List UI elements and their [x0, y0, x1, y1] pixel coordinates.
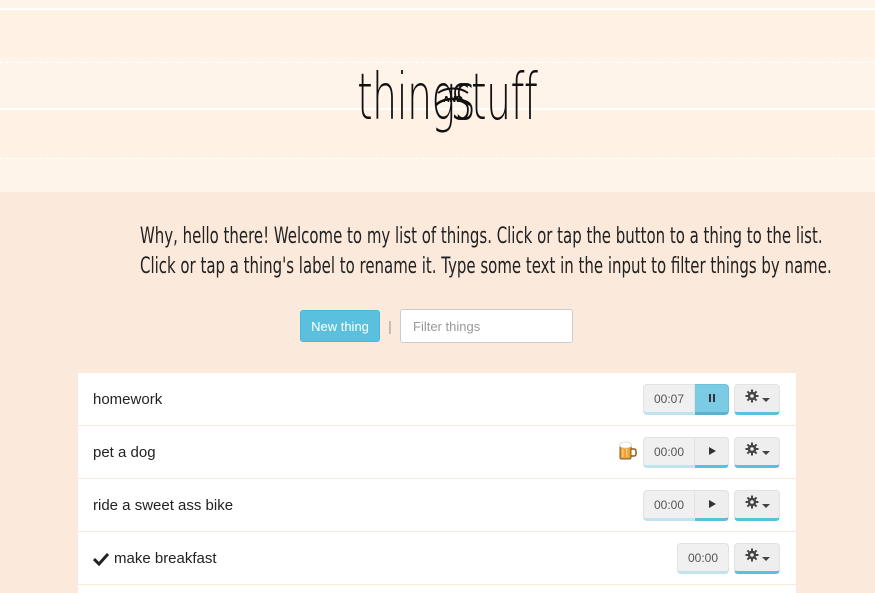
- gear-icon: [745, 442, 759, 461]
- timer-group: 00:00: [643, 490, 729, 521]
- timer-group: 00:00: [677, 543, 729, 574]
- chevron-down-icon: [761, 556, 770, 561]
- gear-icon: [745, 389, 759, 408]
- thing-label: make breakfast: [114, 550, 217, 567]
- thing-label-done[interactable]: make breakfast: [93, 532, 217, 585]
- things-list: homework 00:07 pet a dog 00:00 ride a sw…: [78, 373, 796, 593]
- site-title-stuff: stuff: [450, 61, 538, 135]
- timer-group: 00:07: [643, 384, 729, 415]
- pause-icon: [707, 390, 717, 408]
- intro-line-2: Click or tap a thing's label to rename i…: [140, 254, 832, 279]
- chevron-down-icon: [761, 450, 770, 455]
- thing-row: pet a dog 00:00: [78, 426, 796, 479]
- play-button[interactable]: [695, 437, 729, 468]
- checkmark-icon: [93, 551, 109, 567]
- timer-display: 00:07: [643, 384, 695, 415]
- settings-dropdown-button[interactable]: [734, 384, 780, 415]
- play-button[interactable]: [695, 490, 729, 521]
- timer-display: 00:00: [643, 490, 695, 521]
- gear-icon: [745, 495, 759, 514]
- intro-text: Why, hello there! Welcome to my list of …: [0, 222, 875, 282]
- site-title: things AND stuff: [0, 48, 875, 148]
- intro-line-1: Why, hello there! Welcome to my list of …: [140, 224, 823, 249]
- chevron-down-icon: [761, 503, 770, 508]
- filter-input[interactable]: [400, 309, 573, 343]
- settings-dropdown-button[interactable]: [734, 543, 780, 574]
- timer-group: 00:00: [643, 437, 729, 468]
- thing-label[interactable]: pet a dog: [93, 426, 156, 479]
- settings-dropdown-button[interactable]: [734, 490, 780, 521]
- timer-display: 00:00: [643, 437, 695, 468]
- thing-row: homework 00:07: [78, 373, 796, 426]
- thing-label[interactable]: ride a sweet ass bike: [93, 479, 233, 532]
- play-icon: [707, 496, 717, 514]
- thing-label[interactable]: homework: [93, 373, 162, 426]
- thing-row: ride a sweet ass bike 00:00: [78, 479, 796, 532]
- chevron-down-icon: [761, 397, 770, 402]
- thing-row: make breakfast 00:00: [78, 532, 796, 585]
- pause-button[interactable]: [695, 384, 729, 415]
- controls-bar: New thing |: [300, 309, 573, 343]
- beer-mug-icon: [618, 440, 638, 462]
- header-dashed-line: [0, 158, 875, 159]
- play-icon: [707, 443, 717, 461]
- gear-icon: [745, 548, 759, 567]
- settings-dropdown-button[interactable]: [734, 437, 780, 468]
- new-thing-button[interactable]: New thing: [300, 310, 380, 342]
- controls-separator: |: [388, 318, 392, 334]
- timer-display: 00:00: [677, 543, 729, 574]
- site-header: things AND stuff: [0, 0, 875, 192]
